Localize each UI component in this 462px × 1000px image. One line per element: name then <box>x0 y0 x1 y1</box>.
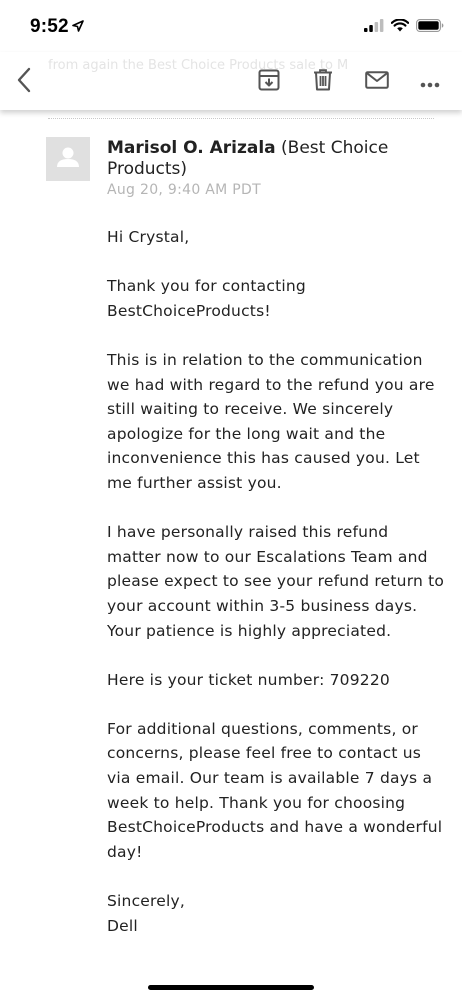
person-icon <box>57 147 79 171</box>
back-icon <box>16 67 32 97</box>
body-paragraph: I have personally raised this refund mat… <box>107 523 445 640</box>
message-toolbar: from again the Best Choice Products sale… <box>0 52 462 110</box>
location-arrow-icon <box>72 17 84 36</box>
clock-time: 9:52 <box>30 16 69 37</box>
email-date: Aug 20, 9:40 AM PDT <box>107 182 261 198</box>
trash-icon <box>313 69 333 95</box>
email-body: Hi Crystal, Thank you for contacting Bes… <box>107 225 447 938</box>
greeting: Hi Crystal, <box>107 228 190 246</box>
archive-button[interactable] <box>251 64 287 100</box>
mark-unread-button[interactable] <box>359 64 395 100</box>
divider <box>48 118 434 119</box>
scrolled-background-text: from again the Best Choice Products sale… <box>48 58 349 73</box>
archive-icon <box>258 69 280 95</box>
back-button[interactable] <box>6 64 42 100</box>
body-paragraph: Thank you for contacting BestChoiceProdu… <box>107 277 306 320</box>
signal-icon <box>364 17 384 36</box>
more-icon <box>420 73 440 92</box>
sender-name[interactable]: Marisol O. Arizala <box>107 138 276 158</box>
mail-icon <box>365 71 389 93</box>
status-bar: 9:52 <box>0 0 462 52</box>
body-paragraph: For additional questions, comments, or c… <box>107 719 443 861</box>
body-paragraph: This is in relation to the communication… <box>107 350 435 492</box>
status-icons <box>364 17 444 36</box>
wifi-icon <box>390 17 410 36</box>
home-indicator[interactable] <box>148 985 314 990</box>
ticket-number-paragraph: Here is your ticket number: 709220 <box>107 670 390 689</box>
avatar <box>46 137 90 181</box>
signature: Dell <box>107 916 138 935</box>
battery-icon <box>416 17 444 36</box>
delete-button[interactable] <box>305 64 341 100</box>
sender-line: Marisol O. Arizala (Best Choice Products… <box>107 138 437 180</box>
more-options-button[interactable] <box>412 64 448 100</box>
closing: Sincerely, <box>107 892 186 911</box>
